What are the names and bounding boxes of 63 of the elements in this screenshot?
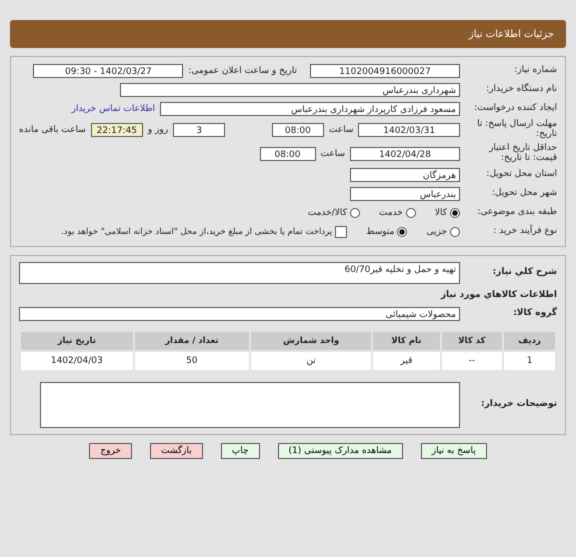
field-label: ساعت باقی مانده — [19, 124, 86, 135]
deadline-date-field: 1402/03/31 — [358, 122, 460, 137]
option-label: کالا/خدمت — [308, 208, 347, 218]
table-cell: 1402/04/03 — [21, 352, 133, 370]
goods-group-field: محصولات شیمیائی — [19, 307, 460, 322]
radio-button[interactable] — [350, 208, 360, 218]
page-title: جزئیات اطلاعات نیاز — [468, 28, 554, 40]
table-cell: 50 — [134, 352, 250, 370]
radio-button[interactable] — [406, 208, 416, 218]
field-label: ساعت — [328, 124, 354, 135]
field-label: توضیحات خریدار: — [480, 400, 557, 410]
column-header: تعداد / مقدار — [134, 332, 250, 350]
field-label: طبقه بندی موضوعی: — [476, 208, 557, 218]
table-cell: -- — [442, 352, 502, 370]
city-field: بندرعباس — [350, 187, 460, 202]
buyer-contact-link[interactable]: اطلاعات تماس خریدار — [72, 104, 155, 114]
column-header: نام کالا — [373, 332, 440, 350]
column-header: تاریخ نیاز — [21, 332, 133, 350]
field-label: گروه کالا: — [512, 309, 557, 319]
field-label: ایجاد کننده درخواست: — [473, 104, 557, 114]
checkbox[interactable] — [335, 226, 348, 238]
validity-date-field: 1402/04/28 — [350, 146, 460, 161]
field-label: نام دستگاه خریدار: — [485, 84, 557, 94]
field-label: استان محل تحویل: — [485, 170, 557, 180]
column-header: واحد شمارش — [251, 332, 372, 350]
days-field: 3 — [173, 122, 226, 137]
announce-date-field: 1402/03/27 - 09:30 — [33, 64, 184, 78]
field-label: شهر محل تحویل: — [490, 189, 557, 199]
table-cell: قیر — [373, 352, 440, 370]
option-label: کالا — [434, 208, 447, 218]
requester-field: مسعود فرزادی کارپرداز شهرداری بندرعباس — [160, 102, 460, 116]
action-button[interactable]: پاسخ به نیاز — [420, 442, 487, 459]
action-button[interactable]: خروج — [89, 442, 132, 459]
option-label: متوسط — [366, 227, 394, 238]
radio-button[interactable] — [450, 227, 460, 238]
table-cell: تن — [251, 352, 372, 370]
field-label: شرح کلي نياز: — [492, 268, 557, 278]
action-button[interactable]: بازگشت — [150, 442, 203, 459]
action-button[interactable]: چاپ — [220, 442, 260, 459]
radio-button[interactable] — [450, 208, 460, 218]
field-label: تاریخ و ساعت اعلان عمومی: — [188, 66, 297, 76]
remaining-time-field: 22:17:45 — [90, 122, 143, 137]
deadline-time-field: 08:00 — [272, 122, 324, 137]
table-cell: 1 — [504, 352, 555, 370]
column-header: کد کالا — [442, 332, 502, 350]
need-number-field: 1102004916000027 — [310, 64, 460, 78]
field-label: نوع فرآیند خرید : — [492, 227, 557, 237]
field-label: حداقل تاریخ اعتبار قیمت: تا تاریخ: — [488, 144, 557, 164]
option-label: خدمت — [378, 208, 403, 218]
option-label: جزیی — [426, 227, 447, 238]
buyer-org-field: شهرداری بندرعباس — [120, 82, 460, 96]
section-title: اطلاعات کالاهاي مورد نياز — [440, 290, 557, 300]
description-field: تهیه و حمل و تخلیه قیر60/70 — [19, 262, 460, 284]
field-label: ساعت — [320, 148, 345, 159]
column-header: ردیف — [504, 332, 555, 350]
field-label: مهلت ارسال پاسخ: تا تاریخ: — [476, 120, 557, 140]
validity-time-field: 08:00 — [260, 146, 316, 161]
province-field: هرمزگان — [350, 168, 460, 182]
field-label: شماره نیاز: — [513, 66, 557, 76]
field-label: روز و — [148, 124, 168, 135]
radio-button[interactable] — [397, 227, 408, 238]
action-button[interactable]: مشاهده مدارک پیوستی (1) — [278, 442, 403, 459]
checkbox-label: پرداخت تمام یا بخشی از مبلغ خرید،از محل "اسناد خزانه اسلامی" خواهد بود. — [61, 227, 332, 238]
